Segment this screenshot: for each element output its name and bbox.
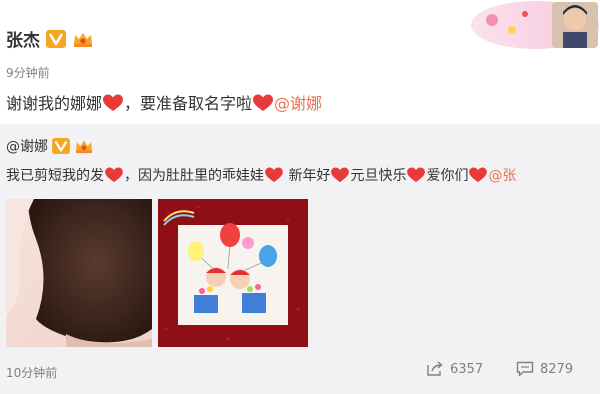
author-name[interactable]: 张杰 [6, 26, 40, 51]
photo-thumbnail-card[interactable] [158, 199, 308, 347]
repost-text-segment: ，因为肚肚里的乖娃娃 [124, 168, 264, 184]
heart-icon [407, 167, 426, 183]
comment-button[interactable]: 8279 [516, 361, 573, 377]
weibo-post: 张杰 9分钟前 谢谢我的娜娜 ，要准备取名字啦 @谢娜 @谢娜 我已剪短我的发 … [0, 0, 600, 394]
decoration-banner [471, 1, 599, 49]
repost-text-segment: 我已剪短我的发 [6, 168, 104, 184]
author-row: 张杰 [6, 26, 94, 51]
crown-badge-icon [76, 140, 92, 154]
heart-icon [331, 167, 350, 183]
heart-icon [103, 94, 124, 111]
post-text-segment: 谢谢我的娜娜 [6, 94, 103, 113]
repost-block: @谢娜 我已剪短我的发 ，因为肚肚里的乖娃娃 新年好 元旦快乐 爱你们 @张 1… [0, 124, 600, 394]
repost-author-name[interactable]: @谢娜 [6, 136, 48, 156]
repost-author-row: @谢娜 [6, 136, 94, 156]
share-button[interactable]: 6357 [426, 361, 483, 377]
heart-icon [105, 167, 123, 183]
repost-time[interactable]: 10分钟前 [6, 364, 57, 381]
post-text-segment: ，要准备取名字啦 [124, 94, 253, 113]
share-icon [427, 361, 443, 376]
repost-text-segment: 爱你们 [426, 168, 469, 184]
mention-link[interactable]: @谢娜 [274, 94, 322, 113]
heart-icon [265, 167, 283, 183]
crown-badge-icon [74, 32, 92, 47]
repost-text-segment: 新年好 [284, 168, 331, 184]
mention-link[interactable]: @张 [488, 168, 516, 184]
comment-count: 8279 [540, 361, 574, 377]
verified-badge-icon [46, 29, 66, 48]
heart-icon [253, 94, 274, 111]
photo-thumbnail-hair[interactable] [6, 199, 152, 347]
comment-icon [516, 361, 534, 377]
repost-text-segment: 元旦快乐 [350, 168, 407, 184]
post-time[interactable]: 9分钟前 [6, 64, 50, 81]
verified-badge-icon [52, 138, 70, 154]
share-count: 6357 [450, 361, 484, 377]
post-text: 谢谢我的娜娜 ，要准备取名字啦 @谢娜 [6, 90, 322, 114]
repost-text: 我已剪短我的发 ，因为肚肚里的乖娃娃 新年好 元旦快乐 爱你们 @张 [6, 165, 516, 185]
heart-icon [469, 167, 488, 183]
